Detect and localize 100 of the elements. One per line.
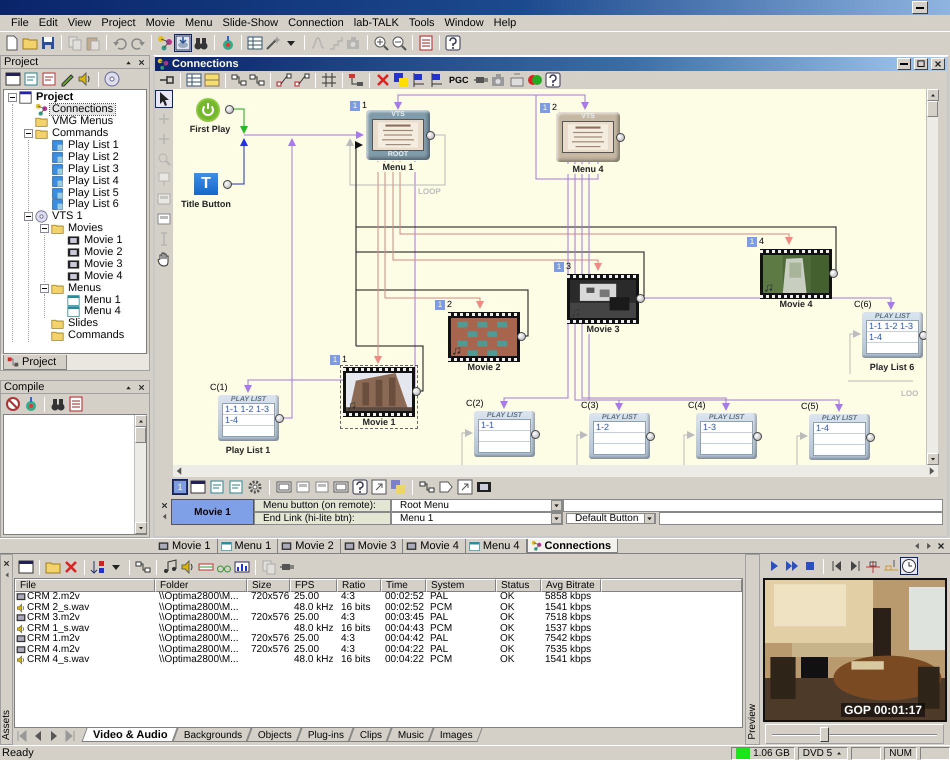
asset-tab[interactable]: Video & Audio — [81, 728, 178, 742]
tab-label: Movie 4 — [420, 540, 459, 552]
asset-tab[interactable]: Images — [428, 728, 483, 742]
document-tab[interactable]: Movie 4 — [403, 539, 466, 553]
column-header[interactable]: Folder — [155, 579, 247, 592]
tree-item[interactable]: VMG Menus — [50, 116, 116, 128]
menu-item[interactable]: Slide-Show — [217, 16, 284, 30]
column-header[interactable]: File — [15, 579, 155, 592]
table-cell-text: 4:3 — [340, 592, 356, 602]
tree-item[interactable]: Movies — [66, 223, 105, 234]
column-header[interactable]: FPS — [290, 579, 337, 592]
tree-item[interactable]: Play List 6 — [66, 199, 121, 210]
node-label: Movie 4 — [779, 299, 812, 309]
document-tab[interactable]: Connections — [526, 539, 618, 553]
table-cell-text: 25.00 — [293, 613, 320, 624]
tree-item[interactable]: Movie 1 — [82, 235, 125, 246]
table-cell-text: \\Optima2800\M... — [158, 644, 240, 654]
dropdown[interactable]: Menu 1 — [391, 512, 563, 525]
media-selector[interactable]: DVD 5 — [798, 746, 848, 760]
table-cell-text: OK — [499, 613, 516, 624]
column-header[interactable]: Time — [381, 579, 426, 592]
menu-item[interactable]: View — [62, 16, 96, 30]
tree-item[interactable]: Menu 4 — [82, 306, 123, 318]
column-header[interactable]: Size — [247, 579, 290, 592]
number-badge: 1 — [350, 101, 360, 111]
menu-item[interactable]: Movie — [140, 16, 180, 30]
window-title: Connections — [172, 58, 240, 70]
tree-item[interactable]: Movie 3 — [82, 258, 125, 270]
column-header[interactable]: System — [426, 579, 496, 592]
document-tab[interactable]: Menu 1 — [218, 539, 278, 553]
tree-item[interactable]: Movie 2 — [82, 247, 125, 258]
tree-item[interactable]: Connections — [50, 104, 116, 116]
table-cell-text: OK — [499, 655, 516, 666]
panel-tab[interactable]: Project — [3, 355, 68, 370]
column-header[interactable]: Status — [496, 579, 541, 592]
menu-item[interactable]: Help — [488, 16, 522, 30]
tree-item[interactable]: Play List 3 — [66, 164, 121, 175]
menu-item[interactable]: File — [6, 16, 34, 30]
menu-item[interactable]: Edit — [34, 16, 63, 30]
table-cell-text: 16 bits — [340, 602, 372, 613]
menu-item[interactable]: Menu — [180, 16, 218, 30]
table-cell: CRM 1_s.wav — [27, 624, 90, 634]
playlist-caption: C(4) — [688, 400, 706, 410]
asset-tab[interactable]: Clips — [348, 728, 392, 742]
tree-item[interactable]: Play List 5 — [66, 188, 121, 199]
tree-item[interactable]: Movie 4 — [82, 270, 125, 282]
document-tab[interactable]: Menu 4 — [466, 539, 527, 553]
table-cell-text: \\Optima2800\M... — [158, 624, 240, 634]
tab-label: Movie 1 — [172, 540, 211, 552]
table-cell-text: PAL — [429, 613, 450, 624]
object-name: Movie 1 — [171, 499, 254, 525]
table-cell-text: 4:3 — [340, 634, 356, 644]
tree-item[interactable]: VTS 1 — [50, 211, 85, 222]
table-cell-text: 00:02:52 — [384, 602, 425, 613]
property-label: Menu button (on remote): — [254, 499, 391, 512]
menu-item[interactable]: Connection — [283, 16, 349, 30]
table-cell-text: 1537 kbps — [544, 624, 592, 634]
menu-item[interactable]: lab-TALK — [348, 16, 404, 30]
document-tab[interactable]: Movie 3 — [340, 539, 404, 553]
table-cell-text: PAL — [429, 634, 450, 644]
tree-item[interactable]: Play List 2 — [66, 152, 121, 163]
key-indicator: NUM — [884, 746, 917, 760]
tree-item[interactable]: Play List 4 — [66, 176, 121, 187]
menu-item[interactable]: Project — [96, 16, 141, 30]
table-cell-text: PAL — [429, 592, 450, 602]
tree-item[interactable]: Play List 1 — [66, 140, 121, 151]
tree-item[interactable]: Commands — [50, 128, 110, 140]
table-cell-text: 4:3 — [340, 644, 356, 655]
document-tab[interactable]: Movie 2 — [278, 539, 341, 553]
menu-item[interactable]: Window — [440, 16, 489, 30]
asset-tab[interactable]: Objects — [246, 728, 302, 742]
asset-tab[interactable]: Backgrounds — [172, 728, 252, 742]
tree-item[interactable]: Menus — [66, 282, 104, 294]
table-cell-text: OK — [499, 634, 516, 644]
movie-node[interactable]: Movie 1 — [340, 365, 418, 429]
column-header[interactable]: Ratio — [337, 579, 381, 592]
table-cell-text: 720x576 — [250, 644, 290, 655]
panel-title: Preview — [747, 704, 758, 740]
tree-item[interactable]: Slides — [66, 318, 100, 330]
tree-item[interactable]: Project — [34, 92, 76, 104]
table-cell-text: OK — [499, 624, 516, 634]
node-number: 2 — [552, 103, 558, 112]
dropdown[interactable]: Default Button — [566, 513, 656, 524]
tab-label: Movie 2 — [295, 540, 334, 552]
table-cell-text: 48.0 kHz — [293, 624, 334, 634]
panel-title: Assets — [1, 710, 12, 740]
title-button-node[interactable]: T — [194, 173, 218, 195]
table-cell-text: 25.00 — [293, 592, 320, 602]
menu-item[interactable]: Tools — [404, 16, 440, 30]
document-tab[interactable]: Movie 1 — [155, 539, 218, 553]
dropdown[interactable]: Root Menu — [391, 499, 563, 512]
number-badge: 1 — [554, 262, 564, 272]
tree-item[interactable]: Menu 1 — [82, 294, 123, 306]
pgc-button[interactable]: PGC — [447, 75, 471, 85]
column-header[interactable]: Avg Bitrate — [541, 579, 601, 592]
asset-tab[interactable]: Plug-ins — [296, 728, 354, 742]
asset-tab[interactable]: Music — [386, 728, 434, 742]
property-label: End Link (hi-lite btn): — [254, 512, 391, 525]
tree-item[interactable]: Commands — [66, 330, 126, 342]
playlist-entry: 1-3 — [702, 422, 718, 433]
